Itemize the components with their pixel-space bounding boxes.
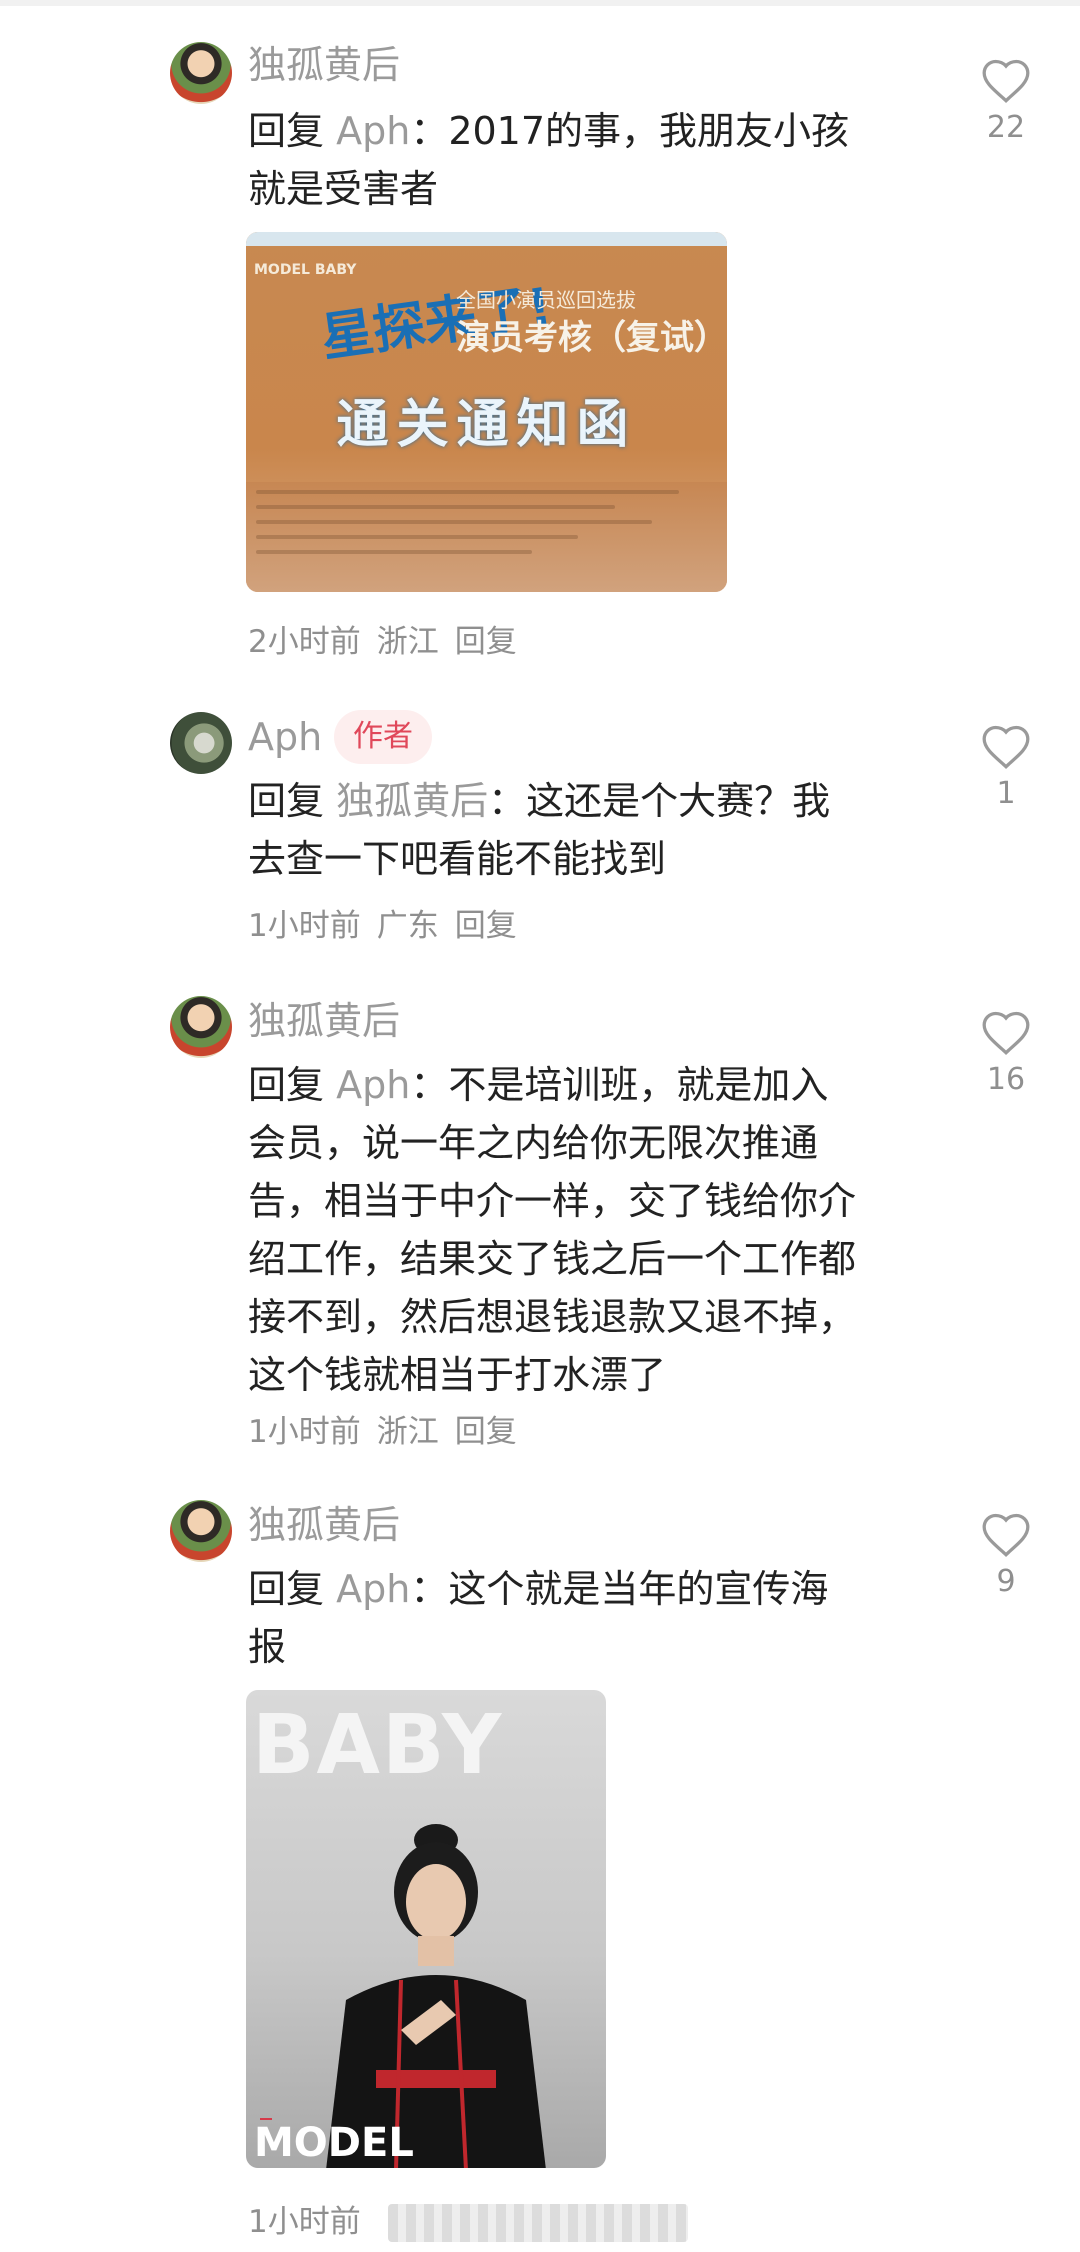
- comment-time: 1小时前: [248, 1414, 361, 1450]
- reply-target[interactable]: Aph: [336, 1567, 410, 1611]
- reply-target[interactable]: Aph: [336, 109, 410, 153]
- image-fine-print: [256, 490, 716, 565]
- reply-separator: ：: [410, 109, 449, 153]
- comment-line: 回复 独孤黄后：这还是个大赛？我: [248, 772, 928, 830]
- reply-keyword: 回复: [248, 779, 325, 823]
- reply-keyword: 回复: [248, 1567, 325, 1611]
- image-title: 演员考核（复试）: [456, 318, 727, 358]
- comment-line: 绍工作，结果交了钱之后一个工作都: [248, 1237, 857, 1281]
- avatar[interactable]: [170, 1500, 232, 1562]
- heart-icon: [982, 725, 1030, 769]
- like-button[interactable]: 16: [976, 1008, 1036, 1097]
- reply-target[interactable]: Aph: [336, 1063, 410, 1107]
- reply-button[interactable]: 回复: [455, 1414, 517, 1450]
- comment-image[interactable]: BABY MODEL: [246, 1690, 606, 2168]
- comment-line: 回复 Aph：不是培训班，就是加入: [248, 1056, 928, 1114]
- heart-icon: [982, 59, 1030, 103]
- comment-location: 浙江: [376, 1414, 439, 1450]
- comment-line: 去查一下吧看能不能找到: [248, 837, 667, 881]
- comment-line: 会员，说一年之内给你无限次推通: [248, 1121, 819, 1165]
- image-top-band: [246, 232, 727, 246]
- reply-separator: ：: [410, 1567, 449, 1611]
- author-name[interactable]: 独孤黄后: [248, 1500, 400, 1550]
- comment-line: 接不到，然后想退钱退款又退不掉，: [248, 1295, 857, 1339]
- heart-icon: [982, 1011, 1030, 1055]
- comment-location: 浙江: [376, 624, 439, 660]
- image-small-label: MODEL BABY: [254, 262, 357, 278]
- image-main-text: 通关通知函: [336, 395, 637, 455]
- author-badge: 作者: [334, 710, 432, 764]
- poster-figure: [326, 1824, 546, 2168]
- like-button[interactable]: 9: [976, 1510, 1036, 1599]
- comment-image[interactable]: MODEL BABY 星探来了! 全国小演员巡回选拔 演员考核（复试） 通关通知…: [246, 232, 727, 592]
- comment-meta: 1小时前 浙江 回复: [248, 1410, 533, 1454]
- comment-line-text: 这个就是当年的宣传海: [448, 1567, 829, 1611]
- comment-line: 回复 Aph：2017的事，我朋友小孩: [248, 102, 928, 160]
- like-button[interactable]: 1: [976, 722, 1036, 811]
- reply-separator: ：: [410, 1063, 449, 1107]
- comment-line-text: 这还是个大赛？我: [526, 779, 831, 823]
- avatar[interactable]: [170, 712, 232, 774]
- like-button[interactable]: 22: [976, 56, 1036, 145]
- comment-text: 回复 Aph：2017的事，我朋友小孩 就是受害者: [248, 102, 928, 218]
- comment-text: 回复 Aph：这个就是当年的宣传海 报: [248, 1560, 928, 1676]
- avatar[interactable]: [170, 996, 232, 1058]
- author-name[interactable]: 独孤黄后: [248, 40, 400, 90]
- reply-button[interactable]: 回复: [455, 908, 517, 944]
- reply-target[interactable]: 独孤黄后: [336, 779, 488, 823]
- reply-button[interactable]: 回复: [455, 624, 517, 660]
- comment-time: 2小时前: [248, 624, 361, 660]
- poster-top-text: BABY: [252, 1698, 504, 1793]
- like-count: 1: [996, 776, 1016, 811]
- like-count: 22: [986, 110, 1026, 145]
- comment-line: 告，相当于中介一样，交了钱给你介: [248, 1179, 857, 1223]
- reply-separator: ：: [488, 779, 527, 823]
- reply-keyword: 回复: [248, 1063, 325, 1107]
- like-count: 9: [996, 1564, 1016, 1599]
- avatar[interactable]: [170, 42, 232, 104]
- comment-text: 回复 Aph：不是培训班，就是加入 会员，说一年之内给你无限次推通 告，相当于中…: [248, 1056, 928, 1404]
- comment-line: 报: [248, 1625, 287, 1669]
- like-count: 16: [986, 1062, 1026, 1097]
- blurred-meta: [388, 2204, 688, 2242]
- comment-location: 广东: [376, 908, 439, 944]
- comment-time: 1小时前: [248, 2204, 361, 2240]
- comment-line-text: 2017的事，我朋友小孩: [448, 109, 850, 153]
- reply-keyword: 回复: [248, 109, 325, 153]
- comment-line: 这个钱就相当于打水漂了: [248, 1353, 667, 1397]
- comment-line: 就是受害者: [248, 167, 439, 211]
- image-subtitle: 全国小演员巡回选拔: [456, 288, 636, 312]
- top-divider: [0, 0, 1080, 6]
- comment-line-text: 不是培训班，就是加入: [448, 1063, 829, 1107]
- author-name[interactable]: Aph: [248, 712, 322, 762]
- comment-meta: 2小时前 浙江 回复: [248, 620, 533, 664]
- comment-text: 回复 独孤黄后：这还是个大赛？我 去查一下吧看能不能找到: [248, 772, 928, 888]
- comment-line: 回复 Aph：这个就是当年的宣传海: [248, 1560, 928, 1618]
- comment-time: 1小时前: [248, 908, 361, 944]
- heart-icon: [982, 1513, 1030, 1557]
- poster-bottom-text: MODEL: [254, 2120, 414, 2166]
- author-name[interactable]: 独孤黄后: [248, 996, 400, 1046]
- comment-meta: 1小时前: [248, 2200, 377, 2244]
- comment-meta: 1小时前 广东 回复: [248, 904, 533, 948]
